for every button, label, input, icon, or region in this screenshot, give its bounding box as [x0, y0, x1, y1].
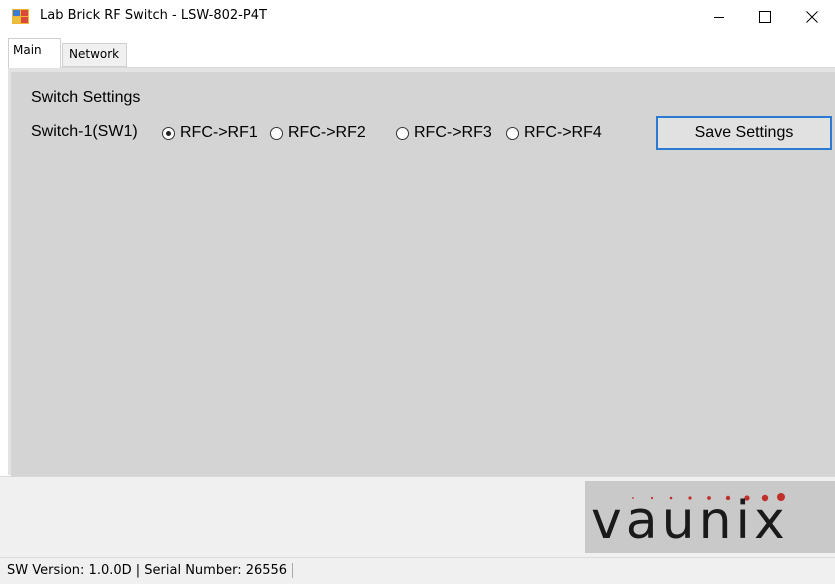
vaunix-logo: vaunix: [585, 481, 835, 553]
radio-button-icon: [506, 126, 519, 140]
radio-button-icon: [270, 126, 283, 140]
radio-label: RFC->RF2: [288, 124, 366, 141]
close-button[interactable]: [789, 0, 835, 34]
radio-label: RFC->RF1: [180, 124, 258, 141]
maximize-button[interactable]: [742, 0, 788, 34]
close-icon: [806, 11, 818, 23]
minimize-icon: [714, 17, 724, 18]
radio-rfc-rf4[interactable]: RFC->RF4: [506, 124, 602, 142]
radio-button-icon: [162, 126, 175, 140]
vaunix-logo-text: vaunix: [591, 491, 789, 551]
switch-1-label: Switch-1(SW1): [31, 123, 138, 140]
radio-button-icon: [396, 126, 409, 140]
status-bar: SW Version: 1.0.0D | Serial Number: 2655…: [0, 557, 835, 584]
tab-network[interactable]: Network: [62, 43, 127, 67]
radio-rfc-rf1[interactable]: RFC->RF1: [162, 124, 258, 142]
radio-rfc-rf2[interactable]: RFC->RF2: [270, 124, 366, 142]
tab-strip: Main Network: [0, 38, 835, 68]
window-title: Lab Brick RF Switch - LSW-802-P4T: [40, 8, 267, 23]
title-bar: Lab Brick RF Switch - LSW-802-P4T: [0, 0, 835, 34]
tab-main[interactable]: Main: [8, 38, 61, 68]
save-settings-button[interactable]: Save Settings: [656, 116, 832, 150]
radio-label: RFC->RF3: [414, 124, 492, 141]
radio-label: RFC->RF4: [524, 124, 602, 141]
minimize-button[interactable]: [696, 0, 742, 34]
app-window-icon: [12, 9, 29, 24]
switch-settings-title: Switch Settings: [31, 89, 141, 106]
status-text: SW Version: 1.0.0D | Serial Number: 2655…: [7, 563, 294, 578]
radio-rfc-rf3[interactable]: RFC->RF3: [396, 124, 492, 142]
maximize-icon: [759, 11, 771, 23]
